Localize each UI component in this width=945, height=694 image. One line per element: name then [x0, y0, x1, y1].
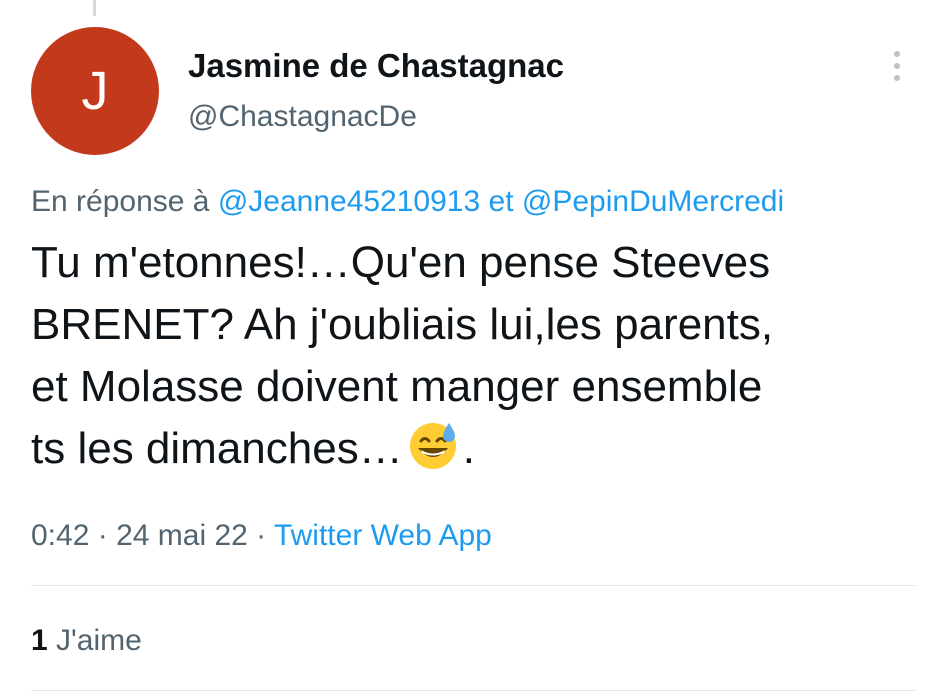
more-vertical-icon-dot	[894, 63, 900, 69]
tweet-text-line: BRENET? Ah j'oubliais lui,les parents,	[31, 300, 774, 349]
tweet-text-end: .	[462, 424, 475, 473]
tweet-text-line: Tu m'etonnes!…Qu'en pense Steeves	[31, 238, 771, 287]
more-vertical-icon-dot	[894, 75, 900, 81]
divider	[31, 690, 916, 691]
tweet-source-link[interactable]: Twitter Web App	[274, 519, 492, 552]
reply-conjunction: et	[488, 185, 514, 218]
grinning-face-with-sweat-icon	[409, 423, 456, 469]
likes-label: J'aime	[56, 624, 142, 657]
tweet-text-line: ts les dimanches…	[31, 424, 403, 473]
reply-mention-link[interactable]: @Jeanne45210913	[218, 185, 480, 218]
avatar[interactable]: J	[31, 27, 159, 155]
avatar-initial: J	[81, 61, 109, 121]
likes-count: 1	[31, 624, 48, 657]
reply-mention-link[interactable]: @PepinDuMercredi	[522, 185, 784, 218]
author-display-name[interactable]: Jasmine de Chastagnac	[188, 47, 564, 85]
tweet-text-line: et Molasse doivent manger ensemble	[31, 362, 763, 411]
meta-separator: ·	[97, 519, 108, 552]
tweet-metadata: 0:42 · 24 mai 22 · Twitter Web App	[31, 519, 492, 553]
tweet-text: Tu m'etonnes!…Qu'en pense Steeves BRENET?…	[31, 232, 926, 480]
divider	[31, 585, 916, 586]
reply-prefix: En réponse à	[31, 185, 210, 218]
likes-stat[interactable]: 1 J'aime	[31, 624, 142, 658]
meta-separator: ·	[256, 519, 267, 552]
author-handle[interactable]: @ChastagnacDe	[188, 100, 417, 134]
more-options-button[interactable]	[884, 44, 910, 88]
tweet-time[interactable]: 0:42	[31, 519, 89, 552]
more-vertical-icon	[894, 51, 900, 57]
tweet-date[interactable]: 24 mai 22	[116, 519, 248, 552]
reply-context: En réponse à @Jeanne45210913 et @PepinDu…	[31, 185, 784, 219]
thread-connector-line	[93, 0, 96, 16]
